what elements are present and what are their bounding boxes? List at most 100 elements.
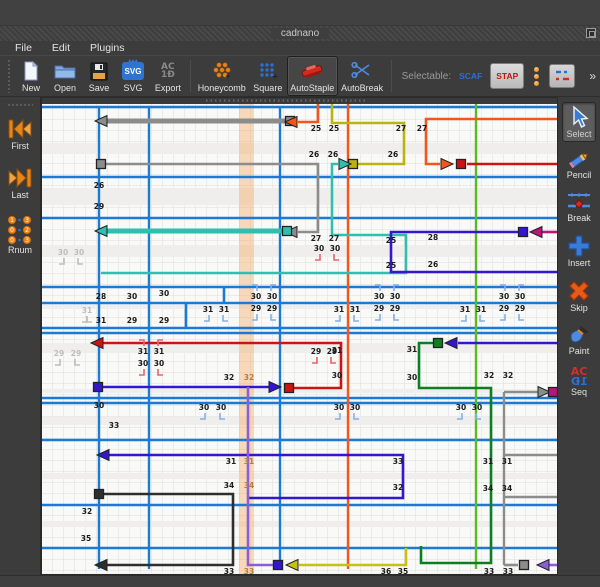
position-label: 31 — [226, 457, 236, 466]
endpoint-square[interactable] — [94, 383, 103, 392]
select-tool-label: Select — [566, 129, 591, 139]
position-label: 33 — [393, 457, 403, 466]
endpoint-square[interactable] — [434, 339, 443, 348]
position-label: 30 — [127, 292, 137, 301]
open-button[interactable]: Open — [48, 56, 82, 96]
new-button-label: New — [22, 83, 40, 93]
position-label: 33 — [224, 567, 234, 575]
position-label: 29 — [267, 304, 277, 313]
position-label: 26 — [328, 150, 338, 159]
position-label: 30 — [267, 292, 277, 301]
endpoint-square[interactable] — [283, 227, 292, 236]
toolbar-drag-handle[interactable] — [7, 59, 12, 93]
endpoint-square[interactable] — [520, 561, 529, 570]
position-label: 32 — [393, 483, 403, 492]
new-document-icon — [22, 60, 40, 82]
position-label: 27 — [311, 234, 321, 243]
rnum-button[interactable]: 13 02 03 Rnum — [2, 212, 38, 258]
square-button-label: Square — [253, 83, 282, 93]
export-button-label: Export — [155, 83, 181, 93]
save-button[interactable]: Save — [82, 56, 116, 96]
insert-plus-icon — [567, 234, 591, 258]
stap-filter-button[interactable]: STAP — [490, 63, 524, 89]
last-button-label: Last — [11, 190, 28, 200]
position-label: 30 — [330, 244, 340, 253]
position-label: 32 — [82, 507, 92, 516]
position-label: 30 — [159, 289, 169, 298]
position-label: 30 — [374, 292, 384, 301]
skip-to-first-icon — [7, 117, 33, 141]
endpoint-square[interactable] — [285, 384, 294, 393]
path-view-drawing[interactable]: 3131303029293131303029293131303029293030… — [41, 97, 558, 575]
pencil-tool-label: Pencil — [567, 170, 592, 180]
path-view-canvas[interactable]: 3131303029293131303029293131303029293030… — [40, 97, 557, 575]
position-label: 30 — [350, 403, 360, 412]
skip-tool[interactable]: Skip — [563, 276, 595, 316]
endpoint-square[interactable] — [549, 388, 558, 397]
position-label: 32 — [484, 371, 494, 380]
position-label: 29 — [515, 304, 525, 313]
scaf-filter-button[interactable]: SCAF — [459, 71, 482, 81]
pencil-icon — [567, 150, 591, 170]
position-label: 31 — [332, 346, 342, 355]
endpoint-square[interactable] — [274, 561, 283, 570]
menu-plugins[interactable]: Plugins — [81, 42, 133, 54]
skip-x-icon — [567, 279, 591, 303]
endpoints-filter-button[interactable] — [532, 65, 541, 88]
position-label: 31 — [334, 305, 344, 314]
titlebar[interactable]: cadnano — [0, 26, 600, 41]
export-button[interactable]: AC1Ð Export — [150, 56, 186, 96]
save-button-label: Save — [89, 83, 110, 93]
panel-drag-handle[interactable] — [7, 103, 33, 108]
position-label: 28 — [428, 233, 438, 242]
break-tool[interactable]: Break — [562, 188, 596, 226]
endpoint-square[interactable] — [95, 490, 104, 499]
svg-text:3: 3 — [25, 217, 29, 224]
position-label: 33 — [109, 421, 119, 430]
first-button[interactable]: First — [3, 114, 37, 154]
position-label: 31 — [82, 306, 92, 315]
position-label: 30 — [251, 292, 261, 301]
crossover-filter-button[interactable] — [549, 64, 575, 88]
toolbar-overflow-button[interactable]: » — [589, 69, 596, 83]
pencil-tool[interactable]: Pencil — [563, 147, 596, 183]
selectable-group: Selectable: SCAF STAP — [396, 56, 582, 96]
window-title: cadnano — [271, 28, 329, 39]
square-button[interactable]: Square — [249, 56, 287, 96]
position-label: 30 — [499, 292, 509, 301]
position-label: 25 — [386, 236, 396, 245]
open-folder-icon — [54, 60, 76, 82]
select-tool[interactable]: Select — [562, 102, 595, 142]
insert-tool[interactable]: Insert — [563, 231, 595, 271]
svg-button[interactable]: SVG SVG — [116, 56, 150, 96]
position-label: 34 — [244, 481, 254, 490]
autostaple-button[interactable]: AutoStaple — [287, 56, 338, 96]
position-label: 30 — [456, 403, 466, 412]
position-label: 31 — [96, 316, 106, 325]
seq-tool[interactable]: AC 1Ð Seq — [567, 364, 592, 400]
position-label: 30 — [332, 371, 342, 380]
position-label: 29 — [499, 304, 509, 313]
endpoint-square[interactable] — [97, 160, 106, 169]
endpoint-square[interactable] — [519, 228, 528, 237]
restore-window-icon[interactable] — [586, 28, 596, 38]
position-label: 25 — [329, 124, 339, 133]
rnum-button-label: Rnum — [8, 245, 32, 255]
menu-edit[interactable]: Edit — [43, 42, 79, 54]
position-label: 31 — [203, 305, 213, 314]
paint-tool-label: Paint — [569, 346, 590, 356]
paint-tool[interactable]: Paint — [563, 321, 595, 359]
seq-letters-icon: AC 1Ð — [571, 367, 588, 387]
menu-file[interactable]: File — [6, 42, 41, 54]
renumber-icon: 13 02 03 — [6, 215, 34, 245]
last-button[interactable]: Last — [3, 163, 37, 203]
position-label: 32 — [503, 371, 513, 380]
autobreak-button[interactable]: AutoBreak — [338, 56, 387, 96]
position-label: 25 — [311, 124, 321, 133]
endpoint-square[interactable] — [457, 160, 466, 169]
toolbar-separator — [391, 60, 392, 92]
position-label: 34 — [224, 481, 234, 490]
splitter-bar[interactable] — [41, 97, 558, 104]
new-button[interactable]: New — [14, 56, 48, 96]
honeycomb-button[interactable]: Honeycomb — [195, 56, 249, 96]
